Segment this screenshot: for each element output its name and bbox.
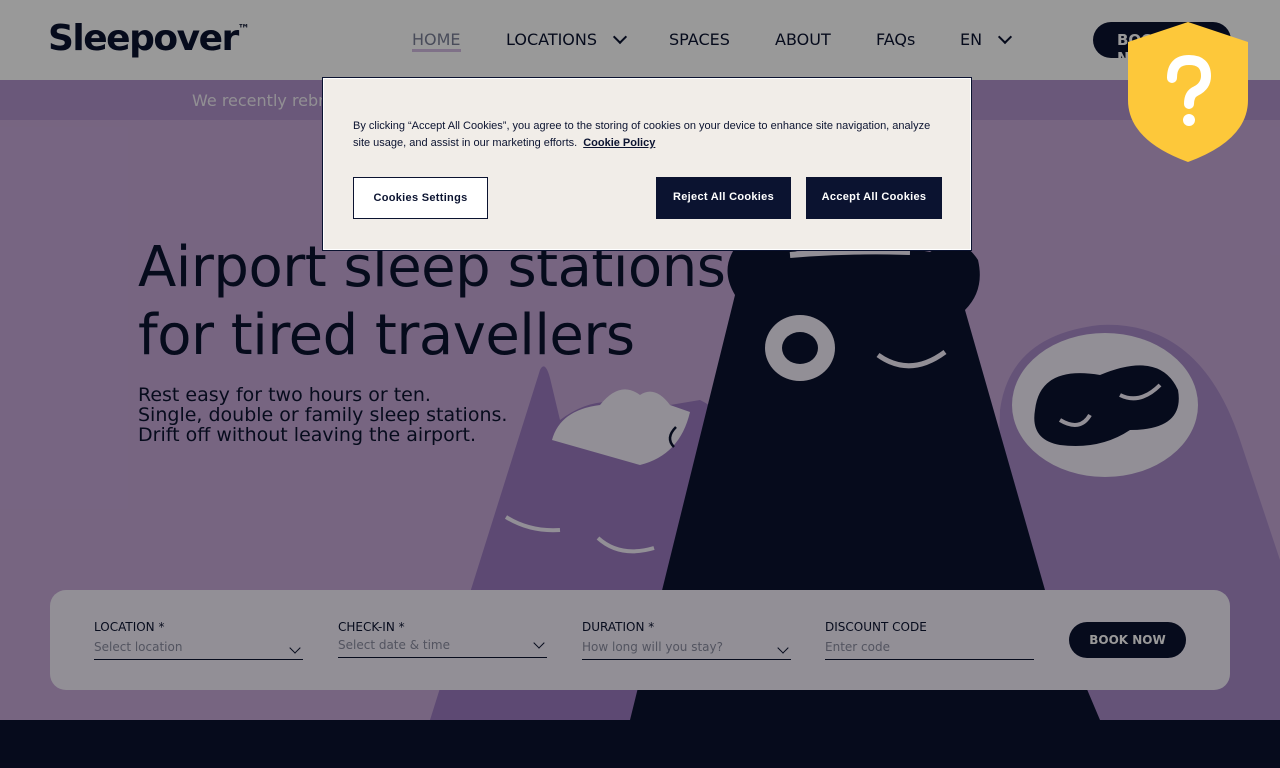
cookie-message: By clicking “Accept All Cookies”, you ag… [353,118,943,152]
accept-all-cookies-button[interactable]: Accept All Cookies [806,177,942,219]
reject-all-cookies-button[interactable]: Reject All Cookies [656,177,791,219]
cookie-consent-dialog: By clicking “Accept All Cookies”, you ag… [322,77,972,251]
cookie-policy-link[interactable]: Cookie Policy [583,137,655,149]
question-shield-icon[interactable] [1126,20,1250,164]
cookies-settings-button[interactable]: Cookies Settings [353,177,488,219]
question-mark-dot [1183,114,1195,126]
